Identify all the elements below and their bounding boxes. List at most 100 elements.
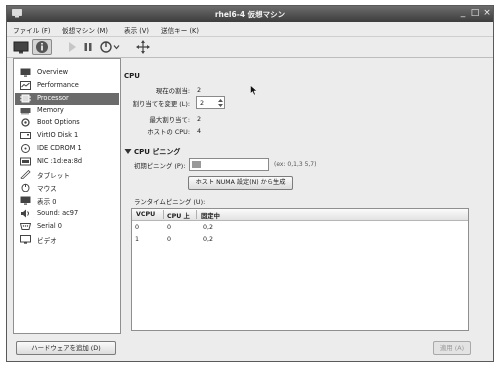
sidebar-item-label: タブレット — [37, 172, 70, 180]
sidebar-item-label: VirtIO Disk 1 — [37, 131, 79, 139]
sidebar-item-nic[interactable]: NIC :1d:ea:8d — [15, 156, 119, 168]
fullscreen-button[interactable] — [135, 39, 151, 55]
power-icon — [100, 41, 120, 53]
table-row[interactable]: 1 0 0,2 — [132, 235, 468, 246]
sidebar-item-tablet[interactable]: タブレット — [15, 169, 119, 181]
menu-sendkey[interactable]: 送信キー (K) — [161, 25, 199, 35]
sidebar-item-virtio-disk[interactable]: VirtIO Disk 1 — [15, 130, 119, 142]
change-allocation-label: 割り当てを変更 (L): — [132, 100, 190, 108]
sidebar-item-label: Processor — [37, 94, 69, 102]
nic-icon — [20, 157, 31, 166]
disk-icon — [20, 132, 31, 139]
spinner-value: 2 — [200, 99, 205, 107]
change-allocation-spinner[interactable]: 2 — [196, 96, 225, 109]
display-icon — [20, 196, 31, 205]
runtime-pinning-table[interactable]: VCPU CPU 上 固定中 0 0 0,2 1 0 0,2 — [131, 208, 469, 331]
current-allocation-label: 現在の割当: — [155, 87, 190, 95]
mouse-icon — [21, 183, 30, 192]
close-button[interactable]: × — [482, 8, 492, 19]
default-pinning-label: 初期ピニング (P): — [134, 162, 186, 170]
sidebar-item-cdrom[interactable]: IDE CDROM 1 — [15, 143, 119, 155]
sidebar-item-video[interactable]: ビデオ — [15, 234, 119, 246]
table-cell-pinned[interactable]: 0,2 — [203, 224, 213, 231]
performance-icon — [20, 81, 31, 90]
max-allocation-value: 2 — [197, 115, 202, 123]
info-icon — [36, 41, 48, 53]
expander-arrow-icon[interactable] — [124, 148, 132, 155]
column-divider — [163, 210, 164, 219]
add-hardware-button[interactable]: ハードウェアを追加 (D) — [16, 341, 116, 355]
text-cursor — [192, 161, 201, 168]
sidebar-item-sound[interactable]: Sound: ac97 — [15, 208, 119, 220]
column-header-vcpu[interactable]: VCPU — [136, 211, 155, 218]
processor-icon — [20, 94, 31, 103]
cpu-pinning-heading[interactable]: CPU ピニング — [134, 147, 180, 157]
video-icon — [20, 235, 31, 244]
table-cell-on-cpu: 0 — [167, 224, 172, 231]
maximize-button[interactable]: □ — [470, 8, 480, 19]
shutdown-button[interactable] — [99, 39, 121, 55]
sidebar-item-label: Serial 0 — [37, 222, 62, 230]
sidebar-item-serial[interactable]: Serial 0 — [15, 221, 119, 233]
pause-icon — [84, 43, 92, 51]
sidebar-item-overview[interactable]: Overview — [15, 67, 119, 79]
table-cell-vcpu: 1 — [135, 236, 140, 243]
cpu-heading: CPU — [124, 72, 140, 80]
column-divider — [196, 210, 197, 219]
memory-icon — [20, 108, 31, 115]
toolbar — [7, 37, 493, 58]
hardware-list[interactable]: Overview Performance Processor Memory Bo… — [13, 58, 121, 334]
spinner-arrows-icon[interactable] — [217, 98, 224, 108]
host-cpu-value: 4 — [197, 127, 202, 135]
monitor-icon — [13, 41, 29, 54]
details-button[interactable] — [32, 39, 52, 55]
sidebar-item-label: 表示 0 — [37, 198, 57, 206]
sidebar-item-label: Overview — [37, 68, 69, 76]
overview-icon — [20, 68, 31, 77]
minimize-button[interactable]: _ — [458, 8, 468, 19]
sidebar-item-boot-options[interactable]: Boot Options — [15, 117, 119, 129]
menu-vm[interactable]: 仮想マシン (M) — [62, 25, 108, 35]
move-arrows-icon — [136, 40, 150, 54]
sidebar-item-display[interactable]: 表示 0 — [15, 195, 119, 207]
sidebar-item-label: ビデオ — [37, 237, 57, 245]
sound-icon — [21, 209, 29, 218]
sidebar-item-label: Boot Options — [37, 118, 80, 126]
sidebar-item-mouse[interactable]: マウス — [15, 182, 119, 194]
max-allocation-label: 最大割り当て: — [149, 116, 191, 124]
menu-file[interactable]: ファイル (F) — [13, 25, 50, 35]
column-header-on-cpu[interactable]: CPU 上 — [167, 211, 190, 220]
generate-from-numa-button[interactable]: ホスト NUMA 設定(N) から生成 — [188, 176, 293, 190]
boot-options-icon — [21, 118, 30, 127]
table-row[interactable]: 0 0 0,2 — [132, 223, 468, 234]
title-bar[interactable]: rhel6-4 仮想マシン _ □ × — [7, 6, 493, 22]
current-allocation-value: 2 — [197, 86, 202, 94]
play-icon — [69, 42, 76, 52]
table-cell-pinned[interactable]: 0,2 — [203, 236, 213, 243]
sidebar-item-memory[interactable]: Memory — [15, 105, 119, 117]
pinning-example-hint: (ex: 0,1,3 5,7) — [274, 161, 317, 168]
pause-button[interactable] — [82, 39, 94, 55]
tablet-icon — [20, 170, 31, 179]
run-button[interactable] — [66, 39, 78, 55]
table-cell-vcpu: 0 — [135, 224, 140, 231]
table-cell-on-cpu: 0 — [167, 236, 172, 243]
window-title: rhel6-4 仮想マシン — [214, 10, 286, 19]
sidebar-item-label: IDE CDROM 1 — [37, 144, 82, 152]
default-pinning-input[interactable] — [189, 158, 269, 171]
sidebar-item-label: Sound: ac97 — [37, 209, 79, 217]
sidebar-item-label: Performance — [37, 81, 79, 89]
sidebar-item-performance[interactable]: Performance — [15, 80, 119, 92]
runtime-pinning-label: ランタイムピニング (U): — [134, 198, 206, 206]
host-cpu-label: ホストの CPU: — [147, 128, 190, 136]
serial-icon — [20, 223, 31, 230]
apply-button[interactable]: 適用 (A) — [433, 341, 471, 355]
sidebar-item-label: Memory — [37, 106, 64, 114]
column-header-pinned[interactable]: 固定中 — [201, 211, 220, 220]
sidebar-item-processor[interactable]: Processor — [15, 93, 119, 105]
menu-bar: ファイル (F) 仮想マシン (M) 表示 (V) 送信キー (K) — [7, 22, 493, 37]
menu-view[interactable]: 表示 (V) — [124, 25, 149, 35]
cdrom-icon — [21, 144, 30, 153]
sidebar-item-label: マウス — [37, 185, 57, 193]
console-button[interactable] — [12, 39, 30, 55]
